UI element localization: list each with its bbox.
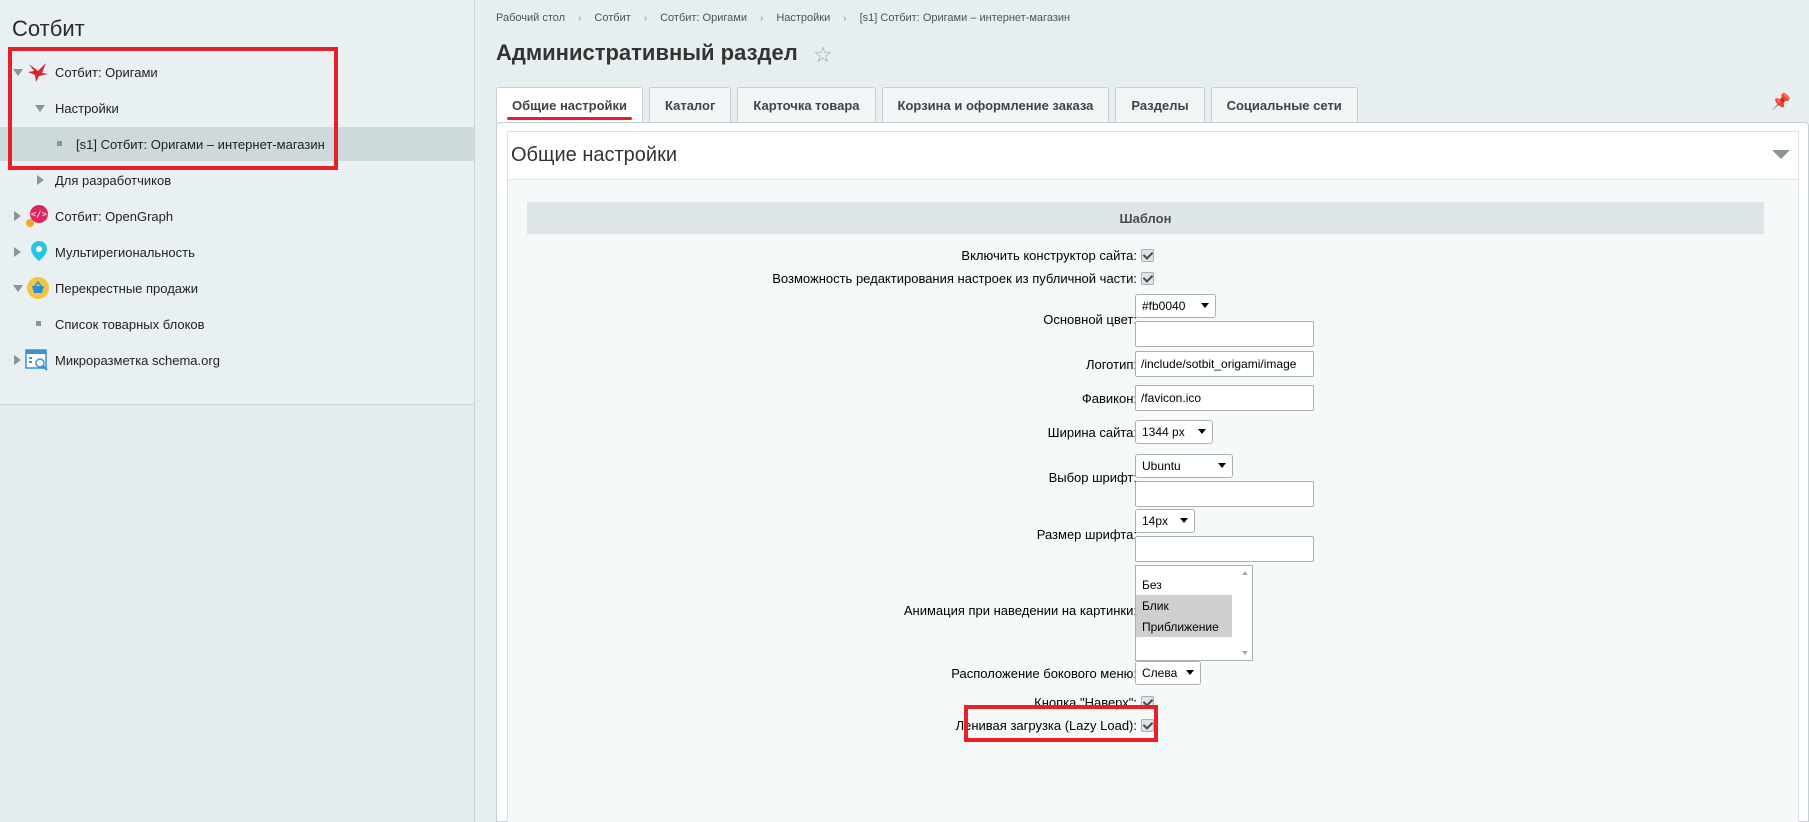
sidebar-item-label: Список товарных блоков — [55, 316, 205, 332]
breadcrumb-item[interactable]: Рабочий стол — [496, 12, 565, 24]
sidebar-item-product-blocks[interactable]: Список товарных блоков — [0, 307, 474, 341]
select-value: Слева — [1142, 666, 1178, 680]
collapse-icon[interactable] — [1772, 150, 1790, 159]
breadcrumb-item[interactable]: [s1] Сотбит: Оригами – интернет-магазин — [860, 12, 1071, 24]
tab-cart-checkout[interactable]: Корзина и оформление заказа — [881, 87, 1110, 122]
tab-label: Социальные сети — [1226, 97, 1342, 113]
tab-label: Карточка товара — [753, 97, 860, 113]
sidebar-tree: Сотбит Сотбит: Оригами Настройки [s1] Со… — [0, 0, 474, 405]
tab-catalog[interactable]: Каталог — [649, 87, 732, 122]
sidebar-item-label: Мультирегиональность — [55, 244, 195, 260]
scroll-down-icon[interactable] — [1242, 651, 1248, 655]
tab-bar: Общие настройки Каталог Карточка товара … — [496, 87, 1364, 123]
site-width-select[interactable]: 1344 px — [1135, 420, 1213, 444]
svg-text:</>: </> — [31, 210, 48, 220]
listbox-option[interactable]: Без — [1136, 574, 1232, 595]
schema-org-icon — [25, 349, 48, 371]
opengraph-icon: </> — [26, 205, 48, 227]
settings-panel-body: Общие настройки Шаблон Включить конструк… — [507, 131, 1799, 822]
expand-arrow-icon[interactable] — [14, 211, 21, 221]
dropdown-arrow-icon — [1180, 518, 1188, 523]
dropdown-arrow-icon — [1201, 303, 1209, 308]
page-title: Административный раздел — [496, 40, 798, 65]
breadcrumb: Рабочий стол › Сотбит › Сотбит: Оригами › Наст… — [496, 12, 1070, 28]
settings-panel: Общие настройки Шаблон Включить конструк… — [496, 122, 1809, 822]
select-value: 1344 px — [1142, 425, 1185, 439]
sidebar-item-schema-org[interactable]: Микроразметка schema.org — [0, 343, 474, 377]
font-size-input[interactable] — [1135, 536, 1314, 562]
active-tab-underline — [507, 117, 632, 120]
sidebar-item-label: Микроразметка schema.org — [55, 352, 220, 368]
basket-icon — [27, 277, 49, 299]
tab-social-networks[interactable]: Социальные сети — [1210, 87, 1358, 122]
main-content: Рабочий стол › Сотбит › Сотбит: Оригами › Наст… — [476, 0, 1809, 822]
expand-arrow-icon[interactable] — [37, 175, 44, 185]
expand-arrow-icon[interactable] — [13, 285, 23, 292]
breadcrumb-item[interactable]: Настройки — [776, 12, 830, 24]
font-size-select[interactable]: 14px — [1135, 509, 1195, 533]
tab-label: Корзина и оформление заказа — [897, 97, 1094, 113]
sidebar: Сотбит Сотбит: Оригами Настройки [s1] Со… — [0, 0, 475, 822]
sidebar-item-label: Для разработчиков — [55, 172, 172, 188]
public-edit-checkbox[interactable] — [1141, 272, 1154, 285]
expand-arrow-icon[interactable] — [14, 355, 21, 365]
highlight-box — [964, 705, 1158, 742]
sidebar-item-label: Сотбит: OpenGraph — [55, 208, 174, 224]
select-value: 14px — [1142, 514, 1169, 528]
breadcrumb-item[interactable]: Сотбит: Оригами — [660, 12, 747, 24]
scroll-up-icon[interactable] — [1242, 571, 1248, 575]
main-color-label: Основной цвет: — [1043, 312, 1137, 327]
tab-product-card[interactable]: Карточка товара — [737, 87, 876, 122]
sidebar-item-cross-sales[interactable]: Перекрестные продажи — [0, 271, 474, 305]
side-menu-select[interactable]: Слева — [1135, 661, 1201, 685]
bullet-icon — [36, 321, 41, 326]
tab-label: Общие настройки — [512, 98, 627, 113]
site-builder-label: Включить конструктор сайта: — [961, 248, 1137, 263]
side-menu-label: Расположение бокового меню: — [951, 666, 1137, 681]
select-value: #fb0040 — [1142, 299, 1186, 313]
sidebar-item-opengraph[interactable]: </> Сотбит: OpenGraph — [0, 199, 474, 233]
main-color-input[interactable] — [1135, 321, 1314, 347]
sidebar-title: Сотбит — [12, 16, 85, 41]
chevron-right-icon: › — [578, 13, 582, 24]
font-choice-input[interactable] — [1135, 481, 1314, 507]
favicon-input[interactable]: /favicon.ico — [1135, 385, 1314, 411]
favicon-label: Фавикон: — [1081, 391, 1137, 406]
tab-label: Каталог — [665, 97, 716, 113]
hover-animation-listbox[interactable]: Без Блик Приближение — [1135, 565, 1253, 661]
select-value: Ubuntu — [1142, 459, 1181, 473]
dropdown-arrow-icon — [1186, 670, 1194, 675]
font-choice-label: Выбор шрифт: — [1048, 470, 1137, 485]
chevron-right-icon: › — [843, 13, 847, 24]
expand-arrow-icon[interactable] — [14, 247, 21, 257]
logo-input[interactable]: /include/sotbit_origami/image — [1135, 351, 1314, 377]
chevron-right-icon: › — [643, 13, 648, 24]
font-size-label: Размер шрифта: — [1036, 527, 1137, 542]
main-color-select[interactable]: #fb0040 — [1135, 294, 1216, 318]
site-width-label: Ширина сайта: — [1047, 425, 1137, 440]
tab-general-settings[interactable]: Общие настройки — [496, 87, 643, 123]
dropdown-arrow-icon — [1198, 429, 1206, 434]
location-pin-icon — [31, 241, 47, 261]
highlight-box — [8, 47, 338, 170]
sidebar-item-label: Перекрестные продажи — [55, 280, 198, 296]
star-icon[interactable]: ☆ — [813, 42, 833, 68]
breadcrumb-item[interactable]: Сотбит — [594, 12, 630, 24]
chevron-right-icon: › — [759, 13, 764, 24]
tab-sections[interactable]: Разделы — [1115, 87, 1205, 122]
public-edit-label: Возможность редактирования настроек из п… — [772, 271, 1137, 286]
font-choice-select[interactable]: Ubuntu — [1135, 454, 1233, 478]
pin-icon[interactable]: 📌 — [1771, 92, 1791, 112]
dropdown-arrow-icon — [1218, 463, 1226, 468]
listbox-option-selected[interactable]: Приближение — [1136, 616, 1232, 637]
hover-animation-label: Анимация при наведении на картинки: — [903, 603, 1137, 618]
site-builder-checkbox[interactable] — [1141, 249, 1154, 262]
sidebar-item-multiregion[interactable]: Мультирегиональность — [0, 235, 474, 269]
listbox-option-selected[interactable]: Блик — [1136, 595, 1232, 616]
tab-label: Разделы — [1131, 97, 1189, 113]
logo-label: Логотип: — [1085, 357, 1137, 372]
